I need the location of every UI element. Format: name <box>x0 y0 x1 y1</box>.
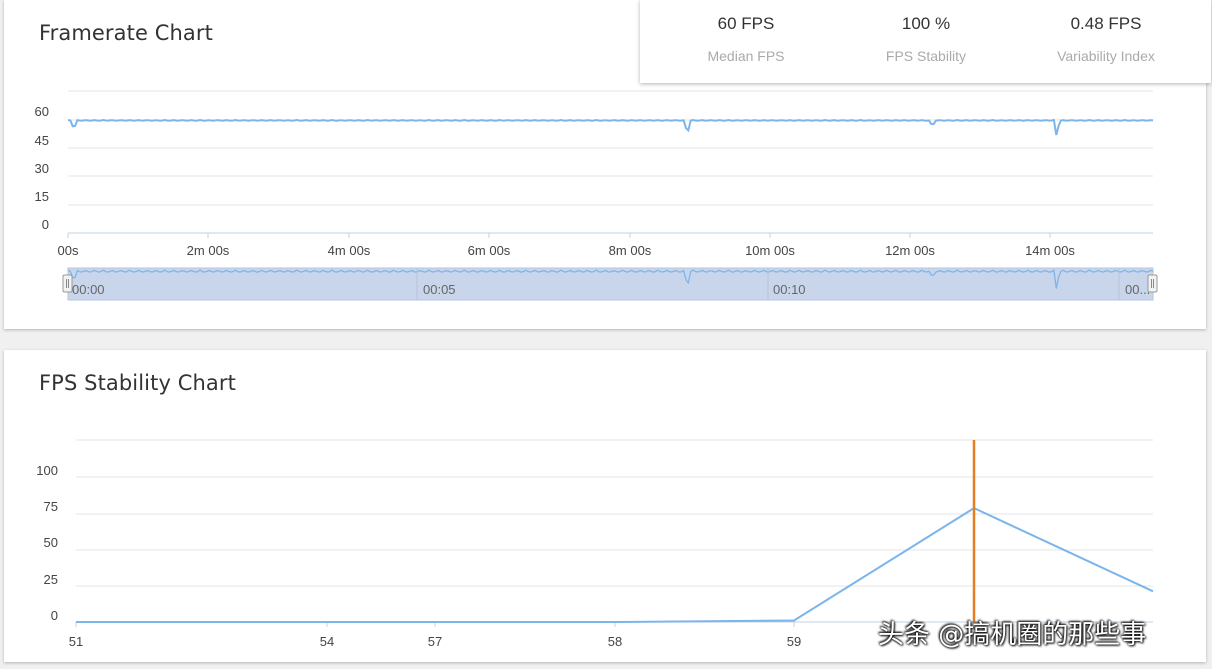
stability-y-tick-label: 75 <box>44 499 58 514</box>
charts-canvas: 60 45 30 15 0 00s 2m 00s 4m 00s 6m 00s 8m 00s 10m … <box>35 90 1158 649</box>
framerate-y-tick-label: 15 <box>35 189 49 204</box>
framerate-x-tick-label: 00s <box>58 243 79 258</box>
navigator-time-label: 00:05 <box>423 282 456 297</box>
stability-x-tick-label: 51 <box>69 634 83 649</box>
framerate-x-tick-label: 4m 00s <box>328 243 371 258</box>
stability-y-tick-label: 25 <box>44 572 58 587</box>
framerate-x-tick-label: 2m 00s <box>187 243 230 258</box>
framerate-x-tick-label: 14m 00s <box>1025 243 1075 258</box>
stability-x-tick-label: 59 <box>787 634 801 649</box>
navigator-range[interactable] <box>67 267 1154 301</box>
framerate-x-tick-label: 8m 00s <box>609 243 652 258</box>
navigator-time-label: 00:10 <box>773 282 806 297</box>
navigator-time-label: 00:00 <box>72 282 105 297</box>
navigator-time-label: 00... <box>1125 282 1150 297</box>
stability-x-tick-label: 58 <box>608 634 622 649</box>
framerate-y-tick-label: 60 <box>35 104 49 119</box>
stability-y-tick-label: 0 <box>51 608 58 623</box>
watermark: 头条 @搞机圈的那些事 <box>878 620 1147 650</box>
stability-x-tick-label: 54 <box>320 634 334 649</box>
framerate-y-tick-label: 45 <box>35 133 49 148</box>
navigator-right-handle[interactable] <box>1147 274 1158 293</box>
framerate-y-tick-label: 0 <box>42 217 49 232</box>
framerate-x-tick-label: 12m 00s <box>885 243 935 258</box>
framerate-series-line <box>67 118 1154 136</box>
stability-x-tick-label: 57 <box>428 634 442 649</box>
framerate-y-tick-label: 30 <box>35 161 49 176</box>
stability-y-tick-label: 50 <box>44 535 58 550</box>
framerate-x-tick-label: 6m 00s <box>468 243 511 258</box>
navigator-left-handle[interactable] <box>62 274 73 293</box>
stability-series-line <box>76 506 1154 623</box>
stability-y-tick-label: 100 <box>36 463 58 478</box>
framerate-x-tick-label: 10m 00s <box>745 243 795 258</box>
